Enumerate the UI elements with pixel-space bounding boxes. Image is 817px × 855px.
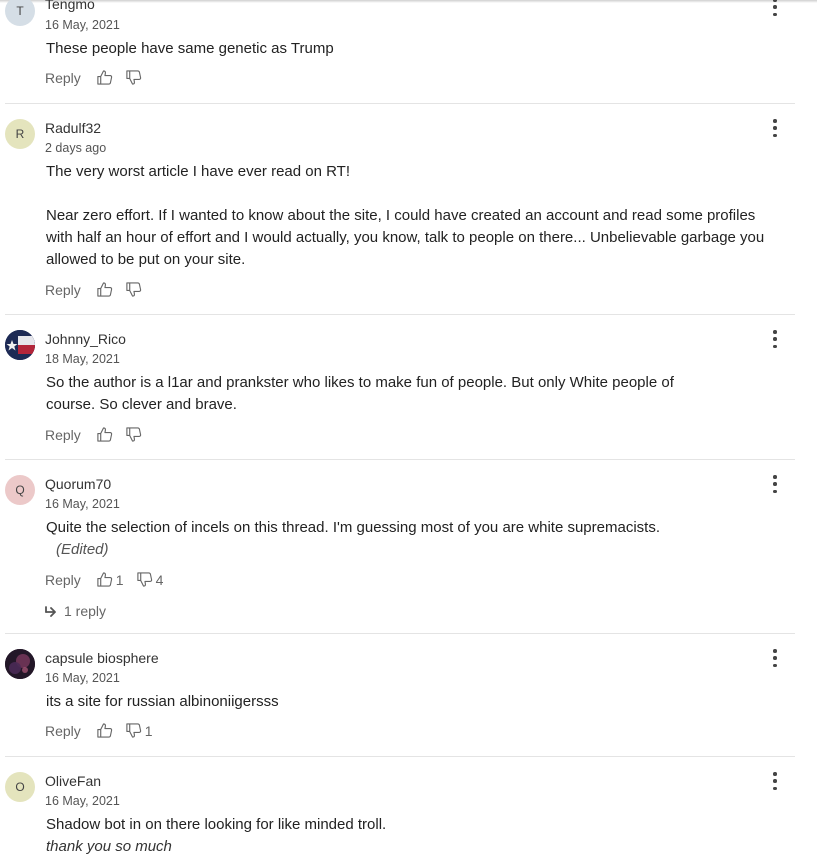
thumbs-up-icon [97, 572, 112, 587]
abstract-avatar-icon [5, 649, 35, 679]
username[interactable]: Radulf32 [45, 120, 101, 136]
reply-button[interactable]: Reply [45, 282, 81, 298]
comment-date: 16 May, 2021 [45, 671, 120, 685]
reply-arrow-icon [45, 606, 56, 617]
avatar[interactable]: T [5, 0, 35, 26]
comment-actions: Reply [45, 281, 154, 298]
like-button[interactable]: 1 [96, 571, 124, 588]
like-button[interactable] [96, 426, 113, 443]
comment-menu-kebab-icon[interactable] [768, 649, 782, 667]
avatar[interactable]: R [5, 119, 35, 149]
comment-capsule-biosphere: capsule biosphere 16 May, 2021 its a sit… [0, 634, 795, 756]
view-replies-link[interactable]: 1 reply [45, 603, 106, 619]
comment-text: The very worst article I have ever read … [46, 163, 765, 268]
thumbs-up-icon [97, 723, 112, 738]
like-button[interactable] [96, 69, 113, 86]
username[interactable]: Quorum70 [45, 476, 111, 492]
comment-text: its a site for russian albinoniigersss [46, 693, 279, 710]
comment-menu-kebab-icon[interactable] [768, 772, 782, 790]
comment-text: So the author is a l1ar and prankster wh… [46, 374, 674, 413]
avatar[interactable]: O [5, 772, 35, 802]
avatar-initial: Q [15, 483, 25, 497]
comment-actions: Reply 1 [45, 722, 165, 739]
thumbs-down-icon [126, 723, 141, 738]
comment-quorum70: Q Quorum70 16 May, 2021 Quite the select… [0, 460, 795, 633]
dislike-button[interactable]: 1 [125, 722, 153, 739]
reply-button[interactable]: Reply [45, 572, 81, 588]
thumbs-down-icon [126, 427, 141, 442]
comment-tengmo: T Tengmo 16 May, 2021 These people have … [0, 0, 795, 102]
reply-button[interactable]: Reply [45, 723, 81, 739]
avatar-initial: O [15, 780, 25, 794]
comment-radulf32: R Radulf32 2 days ago The very worst art… [0, 104, 795, 314]
comment-text: Quite the selection of incels on this th… [46, 517, 766, 561]
comment-date: 2 days ago [45, 141, 107, 155]
reply-button[interactable]: Reply [45, 70, 81, 86]
like-count: 1 [115, 571, 124, 588]
comment-actions: Reply 1 4 [45, 571, 175, 588]
thumbs-up-icon [97, 427, 112, 442]
dislike-button[interactable] [125, 281, 142, 298]
comment-menu-kebab-icon[interactable] [768, 475, 782, 493]
thumbs-down-icon [136, 572, 152, 587]
edited-label: (Edited) [56, 541, 109, 558]
comment-actions: Reply [45, 426, 154, 443]
username[interactable]: OliveFan [45, 773, 101, 789]
dislike-count: 1 [144, 722, 153, 739]
comment-actions: Reply [45, 69, 154, 86]
comment-date: 18 May, 2021 [45, 352, 120, 366]
avatar-initial: T [16, 4, 24, 18]
flag-avatar-icon [5, 330, 35, 360]
dislike-button[interactable]: 4 [136, 571, 164, 588]
comment-text: Shadow bot in on there looking for like … [46, 816, 387, 833]
thumbs-down-icon [126, 70, 141, 85]
thumbs-up-icon [97, 70, 112, 85]
like-button[interactable] [96, 722, 113, 739]
dislike-button[interactable] [125, 426, 142, 443]
replies-count-label: 1 reply [64, 603, 107, 619]
username[interactable]: Tengmo [45, 0, 95, 12]
thumbs-up-icon [97, 282, 112, 297]
reply-button[interactable]: Reply [45, 427, 81, 443]
username[interactable]: Johnny_Rico [45, 331, 126, 347]
dislike-button[interactable] [125, 69, 142, 86]
avatar-initial: R [15, 127, 25, 141]
comment-menu-kebab-icon[interactable] [768, 330, 782, 348]
avatar[interactable]: Q [5, 475, 35, 505]
comment-text: These people have same genetic as Trump [46, 40, 334, 57]
like-button[interactable] [96, 281, 113, 298]
username[interactable]: capsule biosphere [45, 650, 159, 666]
comment-text-continued: thank you so much [46, 838, 172, 855]
dislike-count: 4 [155, 571, 164, 588]
comment-date: 16 May, 2021 [45, 18, 120, 32]
comment-olivefan: O OliveFan 16 May, 2021 Shadow bot in on… [0, 757, 795, 855]
comment-date: 16 May, 2021 [45, 794, 120, 808]
thumbs-down-icon [126, 282, 141, 297]
avatar[interactable] [5, 330, 35, 360]
avatar[interactable] [5, 649, 35, 679]
comment-menu-kebab-icon[interactable] [768, 0, 782, 16]
comment-menu-kebab-icon[interactable] [768, 119, 782, 137]
comment-johnny-rico: Johnny_Rico 18 May, 2021 So the author i… [0, 315, 795, 459]
comment-date: 16 May, 2021 [45, 497, 120, 511]
